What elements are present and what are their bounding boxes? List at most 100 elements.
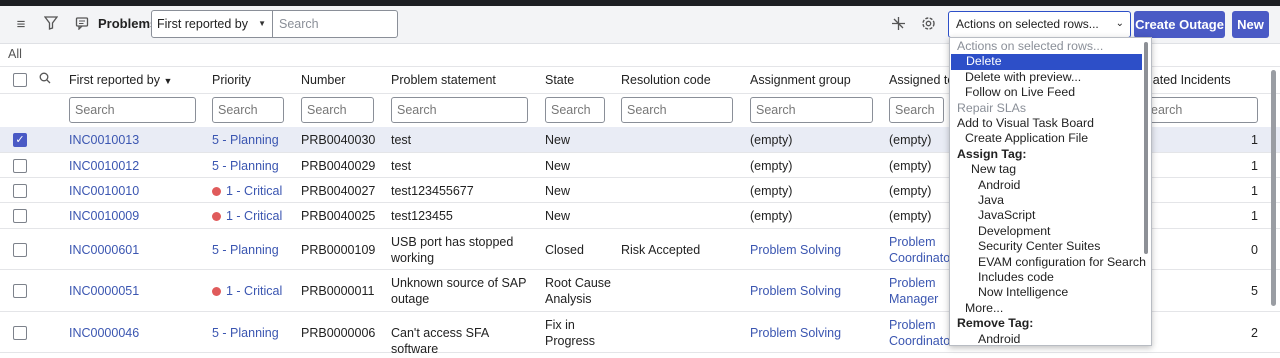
filter-priority[interactable]: Search [212,97,284,123]
priority-link[interactable]: 5 - Planning [212,242,279,258]
column-header-priority[interactable]: Priority [212,73,251,87]
related-incidents-count: 1 [1251,133,1258,147]
problem-statement: test [391,159,412,173]
menu-item[interactable]: Development [950,224,1142,239]
search-field-label: First reported by [157,17,249,31]
row-checkbox[interactable] [13,159,27,173]
first-reported-by-link[interactable]: INC0000051 [69,283,199,299]
row-checkbox[interactable] [13,326,27,340]
filter-related-incidents[interactable]: earch [1140,97,1258,123]
critical-dot-icon [212,287,221,296]
column-header-state[interactable]: State [545,73,574,87]
menu-item[interactable]: Now Intelligence [950,285,1142,300]
filter-icon[interactable] [42,16,60,34]
filter-number[interactable]: Search [301,97,374,123]
header-search-input[interactable]: Search [272,10,398,38]
personalize-icon[interactable] [889,16,907,34]
row-checkbox[interactable] [13,284,27,298]
critical-dot-icon [212,212,221,221]
column-header-related-incidents[interactable]: lated Incidents [1150,73,1231,87]
assigned-to[interactable]: Problem Coordinato [889,317,951,349]
hamburger-icon[interactable]: ≡ [12,16,30,34]
menu-item[interactable]: JavaScript [950,208,1142,223]
assigned-to[interactable]: Problem Manager [889,275,951,307]
assigned-to: (empty) [889,133,932,147]
menu-item[interactable]: Security Center Suites [950,239,1142,254]
priority-link[interactable]: 1 - Critical [212,208,282,224]
column-header-assignment-group[interactable]: Assignment group [750,73,851,87]
assigned-to: (empty) [889,209,932,223]
filter-problem-statement[interactable]: Search [391,97,528,123]
assignment-group[interactable]: Problem Solving [750,325,880,341]
search-field-select[interactable]: First reported by ▼ [151,10,273,38]
page-scrollbar[interactable] [1271,70,1276,306]
problem-state: Fix in Progress [545,318,596,348]
actions-select[interactable]: Actions on selected rows... ⌄ [948,11,1131,38]
menu-item[interactable]: New tag [950,162,1142,177]
column-header-problem-statement[interactable]: Problem statement [391,73,496,87]
filter-assigned-to[interactable]: Search [889,97,944,123]
menu-item[interactable]: Create Application File [950,131,1142,146]
menu-item[interactable]: Android [950,332,1142,345]
priority-link[interactable]: 1 - Critical [212,183,282,199]
search-icon[interactable] [39,72,51,87]
menu-item[interactable]: EVAM configuration for Search [950,255,1146,270]
priority-link[interactable]: 5 - Planning [212,325,279,341]
select-all-checkbox[interactable] [13,73,27,87]
first-reported-by-link[interactable]: INC0010012 [69,158,199,174]
problem-number: PRB0000011 [301,284,375,298]
row-checkbox[interactable]: ✓ [13,133,27,147]
menu-item[interactable]: More... [950,301,1142,316]
critical-dot-icon [212,187,221,196]
new-button[interactable]: New [1232,11,1269,38]
problem-state: New [545,133,571,147]
chevron-down-icon: ⌄ [1115,18,1124,29]
create-outage-button[interactable]: Create Outage [1134,11,1225,38]
first-reported-by-link[interactable]: INC0010010 [69,183,199,199]
menu-item: Repair SLAs [957,100,1027,115]
menu-item[interactable]: Java [950,193,1142,208]
dropdown-scrollbar[interactable] [1144,42,1148,254]
menu-item[interactable]: Android [950,178,1142,193]
menu-item[interactable]: Delete [951,54,1142,70]
priority-link[interactable]: 1 - Critical [212,283,282,299]
menu-group-label: Assign Tag: [957,146,1027,161]
breadcrumb-all[interactable]: All [8,47,22,61]
sort-desc-icon: ▼ [163,76,173,86]
column-header-first-reported-by[interactable]: First reported by ▼ [69,73,172,87]
first-reported-by-link[interactable]: INC0010009 [69,208,199,224]
assignment-group[interactable]: Problem Solving [750,283,880,299]
filter-first-reported-by[interactable]: Search [69,97,196,123]
filter-resolution-code[interactable]: Search [621,97,733,123]
column-header-assigned-to[interactable]: Assigned to [889,73,954,87]
row-checkbox[interactable] [13,209,27,223]
row-checkbox[interactable] [13,184,27,198]
related-incidents-count: 0 [1251,243,1258,257]
problem-state: New [545,159,571,173]
menu-item[interactable]: Follow on Live Feed [950,85,1142,100]
menu-item[interactable]: Includes code [950,270,1142,285]
menu-item[interactable]: Delete with preview... [950,70,1142,85]
first-reported-by-link[interactable]: INC0010013 [69,132,199,148]
assignment-group[interactable]: Problem Solving [750,242,880,258]
problem-statement: test123455677 [391,184,474,198]
row-checkbox[interactable] [13,243,27,257]
problem-number: PRB0040030 [301,133,376,147]
column-header-resolution-code[interactable]: Resolution code [621,73,711,87]
assigned-to: (empty) [889,184,932,198]
settings-icon[interactable] [919,16,937,34]
assigned-to[interactable]: Problem Coordinato [889,234,951,266]
column-header-number[interactable]: Number [301,73,345,87]
first-reported-by-link[interactable]: INC0000601 [69,242,199,258]
priority-link[interactable]: 5 - Planning [212,132,279,148]
filter-state[interactable]: Search [545,97,605,123]
menu-item: Actions on selected rows... [957,39,1104,53]
first-reported-by-link[interactable]: INC0000046 [69,325,199,341]
comment-icon[interactable] [73,16,91,34]
related-incidents-count: 2 [1251,326,1258,340]
filter-assignment-group[interactable]: Search [750,97,873,123]
problem-statement: Unknown source of SAP outage [391,276,527,306]
menu-item[interactable]: Add to Visual Task Board [950,116,1142,131]
priority-link[interactable]: 5 - Planning [212,158,279,174]
priority-label: 1 - Critical [226,184,283,198]
